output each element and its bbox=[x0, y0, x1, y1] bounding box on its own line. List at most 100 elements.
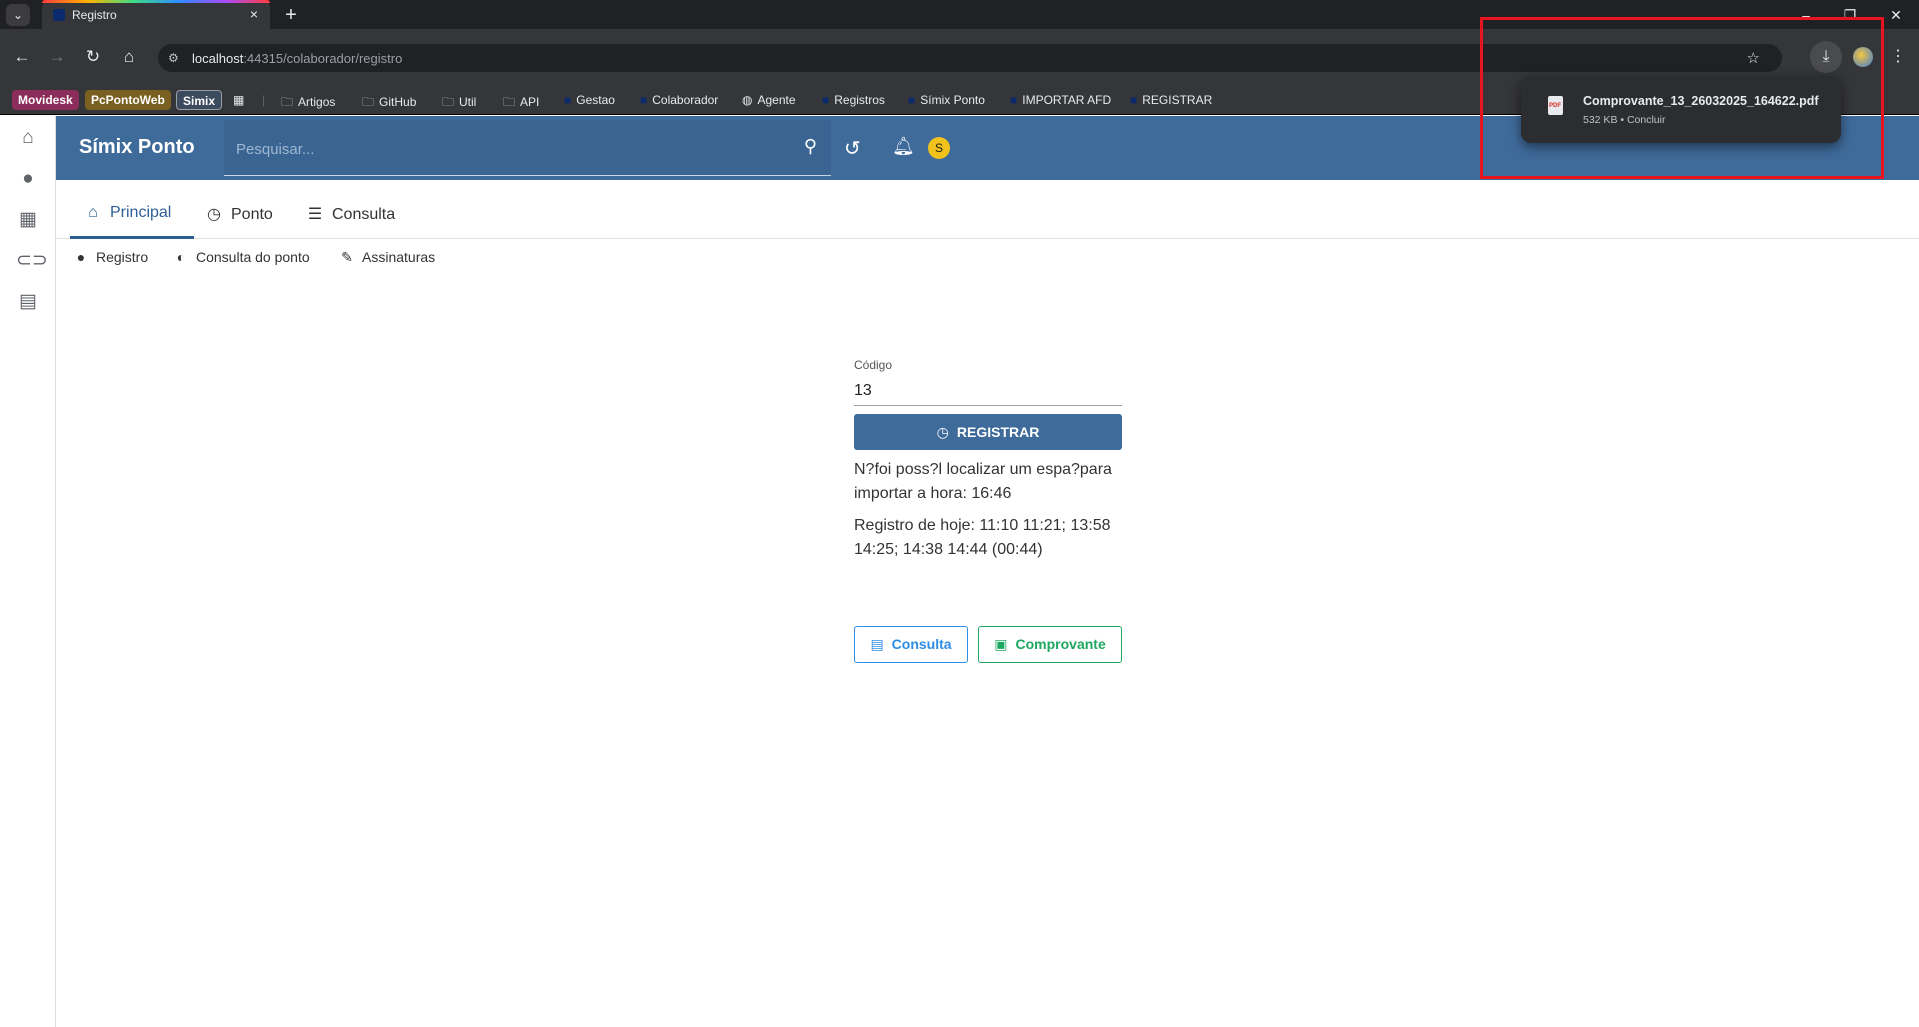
button-label: Comprovante bbox=[1015, 636, 1106, 652]
link-icon[interactable]: ⊂⊃ bbox=[16, 249, 48, 273]
sub-navigation: ● Registro ◐ Consulta do ponto ✎ Assinatura… bbox=[56, 244, 1056, 272]
app-title[interactable]: Símix Ponto bbox=[79, 136, 195, 159]
tab-label: Consulta bbox=[332, 206, 396, 223]
bookmark-label: Gestao bbox=[576, 93, 615, 107]
forward-icon[interactable]: → bbox=[43, 43, 71, 71]
bookmark-label: API bbox=[520, 95, 540, 109]
comprovante-button[interactable]: ▣ Comprovante bbox=[978, 626, 1122, 663]
status-message: N?foi poss?l localizar um espa?para impo… bbox=[854, 461, 1112, 502]
tab-label: Ponto bbox=[231, 206, 273, 223]
bookmark-importar-afd[interactable]: ■ IMPORTAR AFD bbox=[1010, 93, 1111, 107]
person-icon[interactable]: ● bbox=[16, 167, 40, 191]
list-icon: ▤ bbox=[870, 636, 884, 652]
close-window-icon[interactable]: ✕ bbox=[1882, 4, 1910, 26]
clock-icon: ◷ bbox=[936, 424, 949, 440]
site-favicon-icon: ■ bbox=[564, 93, 572, 107]
bookmark-gestao[interactable]: ■ Gestao bbox=[564, 93, 615, 107]
bookmark-folder-github[interactable]: 🗀 GitHub bbox=[362, 93, 416, 114]
book-icon[interactable]: ▤ bbox=[16, 290, 40, 314]
registrar-button[interactable]: ◷ REGISTRAR bbox=[854, 414, 1122, 450]
folder-icon: 🗀 bbox=[503, 95, 516, 109]
site-favicon-icon: ■ bbox=[1130, 93, 1138, 107]
bookmark-label: Util bbox=[459, 95, 477, 109]
history-icon[interactable]: ↺ bbox=[844, 136, 861, 161]
subnav-label: Consulta do ponto bbox=[196, 249, 310, 265]
home-icon[interactable]: ⌂ bbox=[115, 43, 143, 71]
site-favicon-icon: ■ bbox=[908, 93, 916, 107]
clock-icon: ◷ bbox=[207, 206, 221, 223]
home-icon: ⌂ bbox=[88, 204, 98, 221]
bookmark-folder-util[interactable]: 🗀 Util bbox=[442, 93, 476, 114]
subnav-registro[interactable]: ● Registro bbox=[72, 249, 148, 265]
apps-grid-icon[interactable]: ▦ bbox=[233, 93, 244, 107]
active-tab-indicator bbox=[70, 236, 194, 239]
bookmark-label: Agente bbox=[757, 93, 796, 107]
new-tab-button[interactable]: + bbox=[278, 3, 304, 27]
side-navigation-rail: ⌂ ● ▦ ⊂⊃ ▤ bbox=[0, 116, 56, 1027]
tab-search-button[interactable]: ⌄ bbox=[6, 4, 30, 26]
manage-search-icon: ☰ bbox=[307, 206, 323, 223]
user-avatar[interactable]: S bbox=[928, 137, 950, 159]
bookmark-colaborador[interactable]: ■ Colaborador bbox=[640, 93, 718, 107]
consulta-button[interactable]: ▤ Consulta bbox=[854, 626, 968, 663]
today-records: Registro de hoje: 11:10 11:21; 13:58 14:… bbox=[854, 517, 1111, 558]
tab-label: Principal bbox=[110, 204, 172, 221]
search-icon[interactable]: ⚲ bbox=[804, 136, 817, 157]
bookmark-label: GitHub bbox=[379, 95, 417, 109]
tab-principal[interactable]: ⌂ Principal bbox=[82, 204, 171, 222]
codigo-label: Código bbox=[854, 358, 893, 372]
button-label: Consulta bbox=[891, 636, 952, 652]
subnav-label: Registro bbox=[96, 249, 149, 265]
back-icon[interactable]: ← bbox=[8, 43, 36, 71]
reload-icon[interactable]: ↻ bbox=[79, 43, 107, 71]
tab-ponto[interactable]: ◷ Ponto bbox=[203, 204, 273, 224]
button-label: REGISTRAR bbox=[956, 424, 1040, 440]
site-favicon-icon: ■ bbox=[1010, 93, 1018, 107]
bookmarks-divider: | bbox=[262, 93, 266, 107]
bookmark-label: Artigos bbox=[298, 95, 336, 109]
bookmark-folder-artigos[interactable]: 🗀 Artigos bbox=[281, 93, 335, 114]
bookmark-folder-api[interactable]: 🗀 API bbox=[503, 93, 539, 114]
folder-icon: 🗀 bbox=[442, 95, 455, 109]
main-tabs: ⌂ Principal ◷ Ponto ☰ Consulta bbox=[56, 180, 1919, 239]
browser-tab-registro[interactable]: Registro × bbox=[42, 0, 270, 29]
red-highlight-box bbox=[1480, 17, 1884, 179]
subnav-consulta-do-ponto[interactable]: ◐ Consulta do ponto bbox=[172, 249, 310, 265]
bookmark-label: IMPORTAR AFD bbox=[1022, 93, 1112, 107]
site-favicon-icon bbox=[53, 9, 65, 21]
signature-icon: ✎ bbox=[341, 249, 353, 265]
url-text[interactable]: localhost:44315/colaborador/registro bbox=[192, 51, 402, 66]
site-info-icon[interactable]: ⚙ bbox=[168, 50, 184, 66]
subnav-assinaturas[interactable]: ✎ Assinaturas bbox=[338, 249, 435, 266]
tab-consulta[interactable]: ☰ Consulta bbox=[304, 204, 395, 224]
subnav-label: Assinaturas bbox=[362, 249, 436, 265]
receipt-icon: ▣ bbox=[994, 636, 1008, 652]
site-favicon-icon: ■ bbox=[822, 93, 830, 107]
home-icon[interactable]: ⌂ bbox=[16, 126, 40, 150]
bookmark-label: Colaborador bbox=[652, 93, 719, 107]
contrast-icon: ◐ bbox=[176, 249, 186, 265]
person-icon: ● bbox=[76, 249, 86, 265]
bookmark-registrar[interactable]: ■ REGISTRAR bbox=[1130, 93, 1212, 107]
bookmark-movidesk[interactable]: Movidesk bbox=[12, 90, 79, 110]
globe-icon: ◍ bbox=[742, 93, 753, 107]
tab-title: Registro bbox=[72, 8, 117, 22]
browser-menu-icon[interactable]: ⋮ bbox=[1890, 43, 1906, 71]
url-host: localhost bbox=[192, 51, 244, 66]
close-tab-icon[interactable]: × bbox=[246, 6, 262, 22]
tab-accent-bar bbox=[42, 0, 270, 3]
site-favicon-icon: ■ bbox=[640, 93, 648, 107]
notifications-bell-icon[interactable]: 🔔︎ bbox=[892, 136, 915, 157]
url-path: :44315/colaborador/registro bbox=[243, 51, 403, 66]
codigo-input[interactable] bbox=[854, 376, 1122, 406]
folder-icon: 🗀 bbox=[362, 95, 375, 109]
search-box: ⚲ bbox=[224, 120, 831, 176]
bookmark-registros[interactable]: ■ Registros bbox=[822, 93, 885, 107]
bookmark-pcpontoweb[interactable]: PcPontoWeb bbox=[85, 90, 171, 110]
dashboard-icon[interactable]: ▦ bbox=[16, 208, 40, 232]
bookmark-simix-ponto[interactable]: ■ Símix Ponto bbox=[908, 93, 985, 107]
folder-icon: 🗀 bbox=[281, 95, 294, 109]
bookmark-simix[interactable]: Simix bbox=[176, 90, 223, 110]
bookmark-agente[interactable]: ◍ Agente bbox=[742, 93, 796, 107]
search-input[interactable] bbox=[236, 138, 776, 160]
